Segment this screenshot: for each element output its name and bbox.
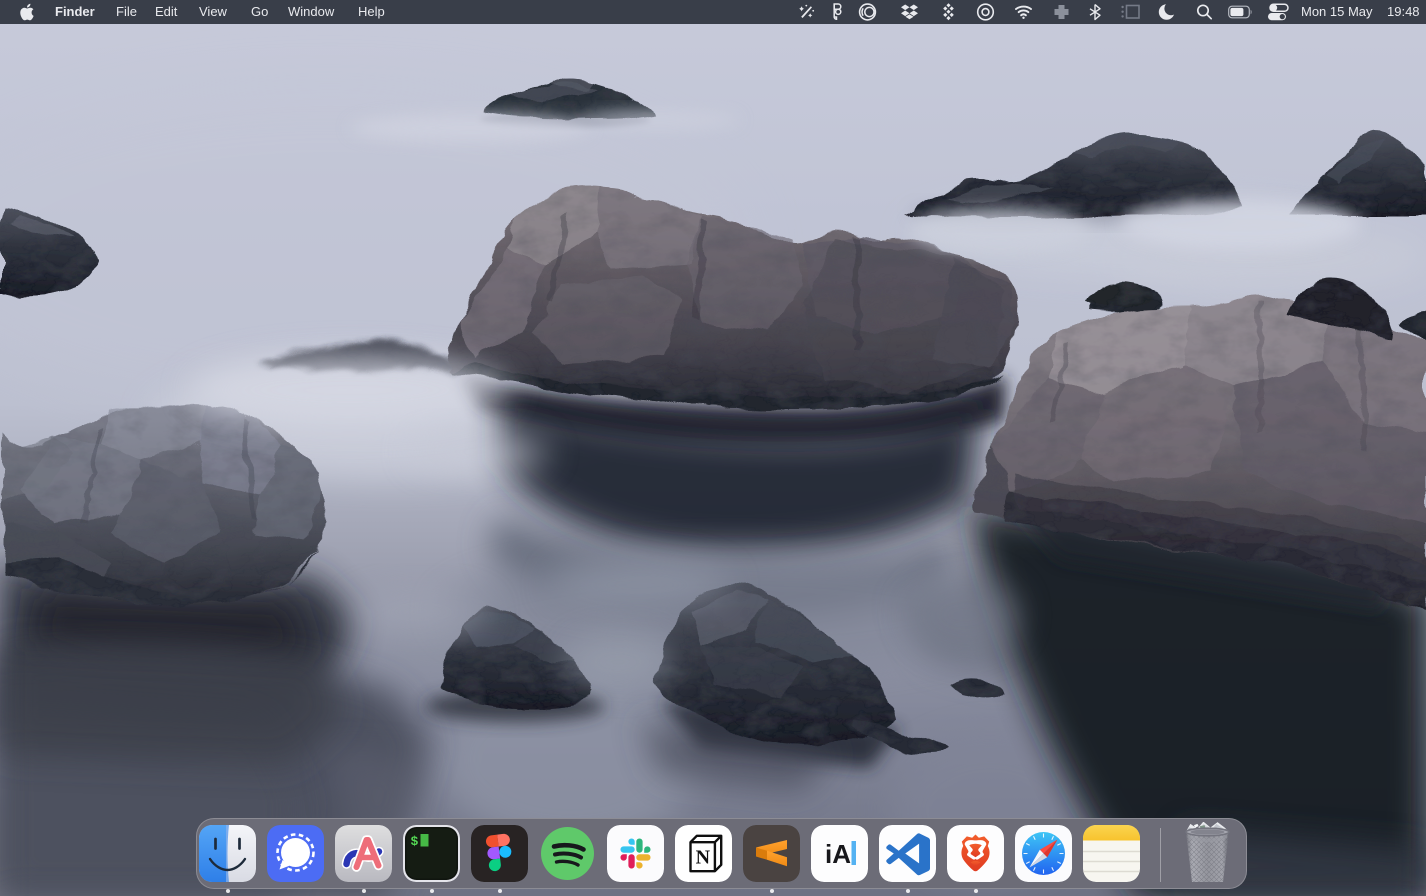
svg-text:N: N bbox=[696, 847, 711, 869]
svg-text:iA: iA bbox=[825, 839, 851, 869]
svg-text:$: $ bbox=[411, 834, 419, 849]
